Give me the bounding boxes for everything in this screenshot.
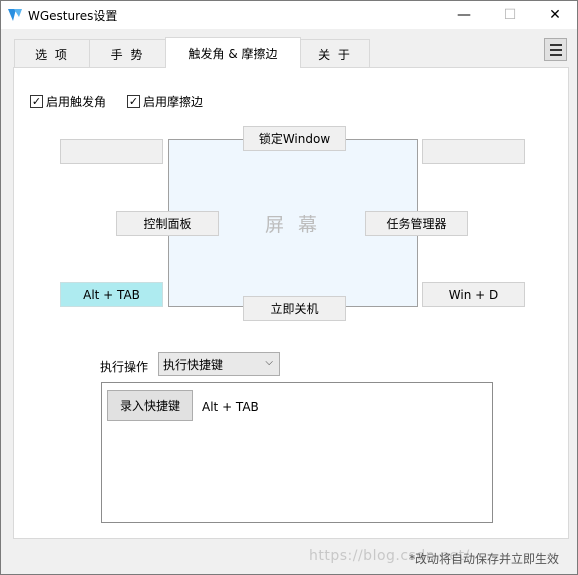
top-left-corner-button[interactable] bbox=[60, 139, 163, 164]
action-select[interactable]: 执行快捷键 ⌵ bbox=[158, 352, 280, 376]
record-hotkey-button[interactable]: 录入快捷键 bbox=[107, 390, 193, 421]
enable-corners-label: 启用触发角 bbox=[46, 95, 107, 109]
hotkey-value: Alt + TAB bbox=[202, 400, 259, 414]
tab-options[interactable]: 选 项 bbox=[14, 39, 90, 68]
checkmark-icon: ✓ bbox=[127, 95, 140, 108]
tab-about[interactable]: 关 于 bbox=[300, 39, 370, 68]
bottom-right-corner-button[interactable]: Win + D bbox=[422, 282, 525, 307]
left-edge-button[interactable]: 控制面板 bbox=[116, 211, 219, 236]
hamburger-menu-icon bbox=[549, 42, 562, 57]
tab-label: 关 于 bbox=[318, 47, 352, 62]
enable-edges-label: 启用摩擦边 bbox=[143, 95, 204, 109]
chevron-down-icon: ⌵ bbox=[265, 357, 273, 368]
app-icon bbox=[8, 9, 22, 21]
minimize-button[interactable]: — bbox=[441, 1, 487, 29]
close-icon: ✕ bbox=[549, 7, 561, 23]
tab-label: 选 项 bbox=[35, 47, 69, 62]
checkmark-icon: ✓ bbox=[30, 95, 43, 108]
autosave-note: *改动将自动保存并立即生效 bbox=[409, 552, 560, 566]
corners-edges-panel: ✓ 启用触发角 ✓ 启用摩擦边 屏 幕 锁定Window 控制面板 任务管理器 … bbox=[13, 67, 569, 539]
tab-label: 手 势 bbox=[110, 47, 145, 62]
tab-gestures[interactable]: 手 势 bbox=[89, 39, 166, 68]
right-edge-button[interactable]: 任务管理器 bbox=[365, 211, 468, 236]
close-button[interactable]: ✕ bbox=[532, 1, 578, 29]
hotkey-panel: 录入快捷键 Alt + TAB bbox=[101, 382, 493, 523]
tab-label: 触发角 & 摩擦边 bbox=[188, 46, 278, 61]
bottom-edge-button[interactable]: 立即关机 bbox=[243, 296, 346, 321]
minimize-icon: — bbox=[457, 7, 471, 23]
title-bar[interactable]: WGestures设置 — ☐ ✕ bbox=[1, 1, 577, 29]
window-title: WGestures设置 bbox=[28, 9, 118, 23]
enable-edges-checkbox[interactable]: ✓ 启用摩擦边 bbox=[127, 93, 203, 110]
settings-window: WGestures设置 — ☐ ✕ 选 项 手 势 触发角 & 摩擦边 关 于 bbox=[0, 0, 578, 575]
maximize-button[interactable]: ☐ bbox=[487, 1, 533, 29]
action-select-value: 执行快捷键 bbox=[163, 357, 224, 372]
bottom-left-corner-button[interactable]: Alt + TAB bbox=[60, 282, 163, 307]
action-label: 执行操作 bbox=[100, 360, 149, 374]
menu-button[interactable] bbox=[544, 38, 567, 61]
tab-corners-edges[interactable]: 触发角 & 摩擦边 bbox=[165, 37, 301, 68]
maximize-icon: ☐ bbox=[503, 7, 517, 23]
enable-corners-checkbox[interactable]: ✓ 启用触发角 bbox=[30, 93, 106, 110]
top-right-corner-button[interactable] bbox=[422, 139, 525, 164]
top-edge-button[interactable]: 锁定Window bbox=[243, 126, 346, 151]
